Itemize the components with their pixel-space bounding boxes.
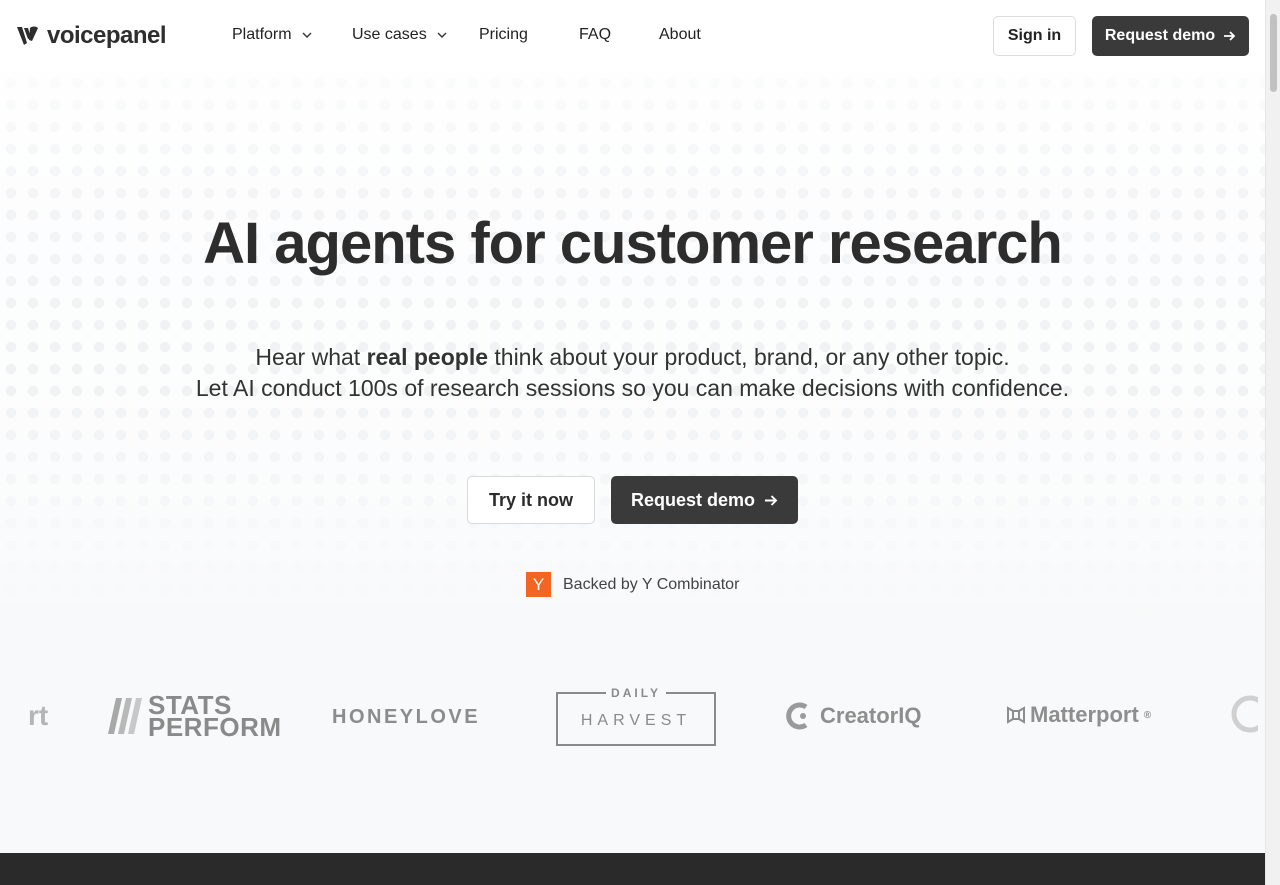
brand-name: voicepanel	[47, 22, 167, 49]
request-demo-label: Request demo	[630, 489, 756, 510]
chevron-down-icon	[302, 32, 312, 38]
request-demo-nav-button[interactable]: Request demo	[1092, 16, 1249, 56]
stats-perform-wordmark: STATS PERFORM	[148, 692, 282, 742]
matterport-mark-icon	[1007, 706, 1025, 724]
voicepanel-logo-icon	[17, 26, 38, 45]
logo-matterport-fragment: rt	[28, 700, 49, 731]
try-it-now-button[interactable]: Try it now	[467, 476, 595, 524]
logo-matterport: Matterport ®	[1007, 702, 1151, 728]
nav-item-about[interactable]: About	[659, 24, 701, 46]
nav-item-label: Use cases	[352, 26, 427, 43]
hero-title: AI agents for customer research	[203, 211, 1063, 276]
nav-item-use-cases[interactable]: Use cases	[352, 24, 447, 46]
daily-harvest-main: HARVEST	[580, 712, 692, 729]
nav-item-label: About	[659, 26, 701, 43]
logo-creatoriq: CreatorIQ	[786, 702, 921, 730]
logo-honeylove: HONEYLOVE	[332, 706, 481, 728]
nav-item-platform[interactable]: Platform	[232, 24, 312, 46]
hero-subtitle-line-2: Let AI conduct 100s of research sessions…	[195, 375, 1070, 401]
page: voicepanel Platform Use cases Pricing FA…	[0, 0, 1265, 885]
hero-subtitle: Hear what real people think about your p…	[0, 342, 1265, 404]
top-navigation: voicepanel Platform Use cases Pricing FA…	[0, 0, 1265, 72]
stats-perform-mark-icon	[108, 698, 142, 734]
subtitle-text: think about your product, brand, or any …	[488, 344, 1010, 370]
hero-subtitle-line-1: Hear what real people think about your p…	[0, 342, 1265, 373]
nav-item-label: Platform	[232, 26, 292, 43]
scrollbar-thumb[interactable]	[1270, 14, 1277, 92]
dark-section-edge	[0, 853, 1265, 885]
daily-harvest-top: DAILY	[606, 686, 666, 700]
subtitle-emphasis: real people	[366, 344, 488, 370]
request-demo-hero-button[interactable]: Request demo	[611, 476, 798, 524]
nav-item-label: FAQ	[579, 26, 612, 43]
nav-item-pricing[interactable]: Pricing	[479, 24, 528, 46]
y-combinator-logo-icon: Y	[526, 572, 551, 597]
logo-stats-perform: STATS PERFORM	[108, 692, 282, 742]
matterport-trademark: ®	[1143, 709, 1152, 721]
vertical-scrollbar[interactable]	[1265, 0, 1280, 885]
matterport-wordmark: Matterport	[1030, 702, 1139, 727]
nav-item-faq[interactable]: FAQ	[579, 24, 611, 46]
nav-item-label: Pricing	[479, 26, 528, 43]
sign-in-button[interactable]: Sign in	[993, 16, 1076, 56]
backed-by-text: Backed by Y Combinator	[563, 575, 740, 593]
subtitle-text: Hear what	[255, 344, 367, 370]
arrow-right-icon	[1224, 31, 1236, 41]
brand-logo-link[interactable]: voicepanel	[16, 22, 167, 50]
y-combinator-badge[interactable]: Y Backed by Y Combinator	[526, 572, 739, 597]
creatoriq-mark-icon	[786, 702, 808, 730]
arrow-right-icon	[765, 494, 778, 506]
chevron-down-icon	[437, 32, 447, 38]
stats-perform-line: PERFORM	[148, 712, 282, 742]
creatoriq-wordmark: CreatorIQ	[820, 703, 922, 728]
request-demo-label: Request demo	[1104, 27, 1216, 44]
partial-logo-icon	[1231, 695, 1258, 733]
logo-daily-harvest: DAILY HARVEST	[556, 686, 716, 746]
